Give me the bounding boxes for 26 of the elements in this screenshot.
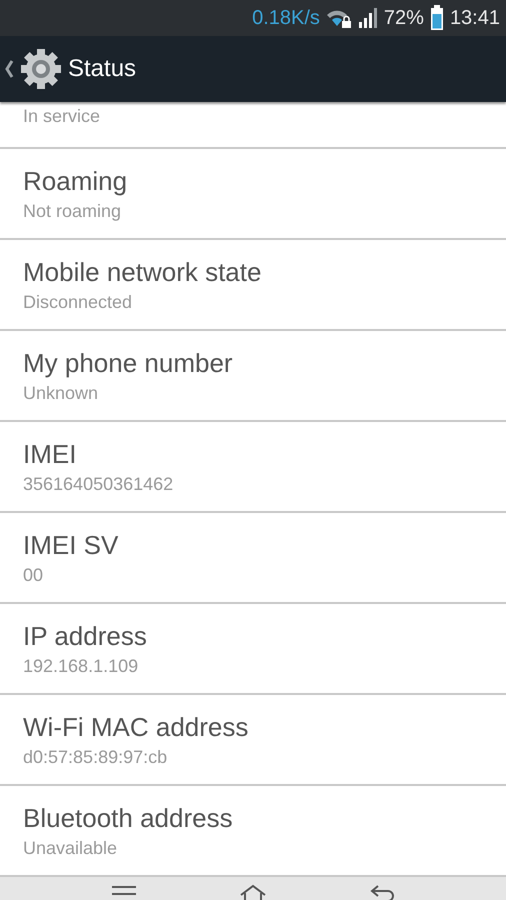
setting-title: IMEI: [23, 438, 78, 470]
setting-value: 192.168.1.109: [23, 654, 140, 678]
setting-title: Roaming: [23, 164, 128, 196]
battery-icon: [430, 5, 444, 31]
setting-value: Unavailable: [23, 836, 118, 860]
home-icon: [239, 884, 267, 900]
gear-icon: [20, 48, 62, 90]
back-caret-icon: [4, 59, 14, 79]
setting-value: 00: [23, 564, 44, 586]
setting-title: Mobile network state: [23, 256, 262, 288]
setting-title: Wi-Fi MAC address: [23, 710, 250, 742]
setting-value: Not roaming: [23, 200, 122, 222]
back-icon: [369, 884, 395, 900]
setting-value: In service: [23, 105, 102, 128]
setting-title: IMEI SV: [23, 528, 120, 560]
network-speed: 0.18K/s: [252, 6, 320, 30]
clock: 13:41: [450, 6, 500, 30]
setting-title: IP address: [23, 620, 148, 652]
setting-value: Unknown: [23, 382, 100, 404]
signal-icon: [358, 7, 378, 29]
setting-title: Bluetooth address: [23, 802, 234, 834]
setting-value: Disconnected: [23, 290, 134, 314]
setting-title: My phone number: [23, 346, 234, 378]
battery-percent: 72%: [384, 6, 424, 30]
setting-value: 356164050361462: [23, 472, 174, 496]
setting-value: d0:57:85:89:97:cb: [23, 746, 168, 768]
